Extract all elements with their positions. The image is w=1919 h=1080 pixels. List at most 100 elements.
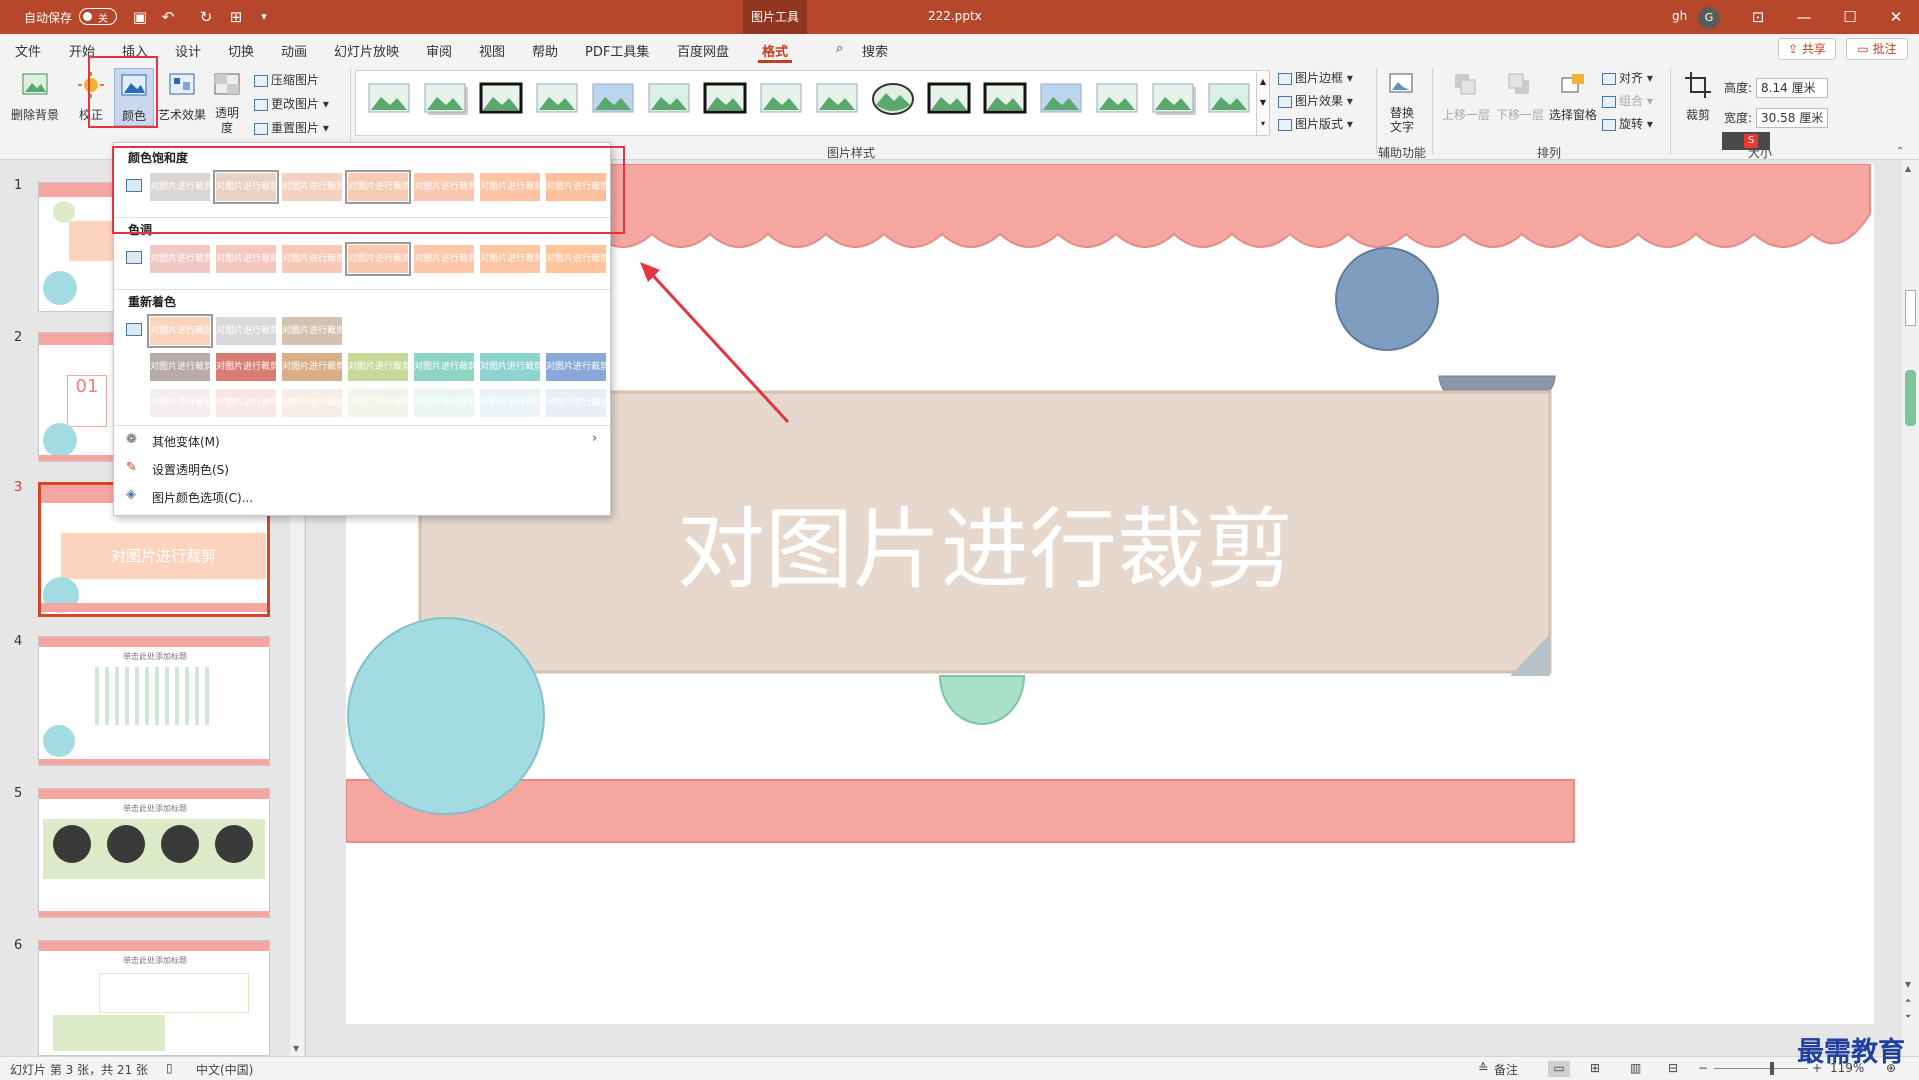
picture-style-option[interactable] (1094, 79, 1140, 119)
share-button[interactable]: ⇪ 共享 (1778, 38, 1836, 60)
more-variants-item[interactable]: 其他变体(M) (152, 433, 220, 450)
align-button[interactable]: 对齐 ▾ (1602, 68, 1653, 88)
comments-button[interactable]: ▭ 批注 (1846, 38, 1908, 60)
picture-style-option[interactable] (1150, 79, 1196, 119)
color-variant-swatch[interactable]: 对图片进行裁剪 (282, 353, 342, 381)
next-slide-icon[interactable]: ⏷ (1905, 1012, 1911, 1022)
picture-style-option[interactable] (590, 79, 636, 119)
picture-style-option[interactable] (758, 79, 804, 119)
tab-baidu-netdisk[interactable]: 百度网盘 (677, 41, 729, 60)
color-variant-swatch[interactable]: 对图片进行裁剪 (546, 353, 606, 381)
rotate-button[interactable]: 旋转 ▾ (1602, 114, 1653, 134)
slide-sorter-icon[interactable]: ⊞ (1590, 1061, 1600, 1075)
group-button[interactable]: 组合 ▾ (1602, 91, 1653, 111)
slide-thumb-4[interactable]: 单击此处添加标题 (38, 636, 270, 766)
tab-slideshow[interactable]: 幻灯片放映 (334, 41, 399, 60)
spellcheck-icon[interactable]: ▯ (166, 1061, 173, 1075)
picture-style-option[interactable] (702, 79, 748, 119)
save-icon[interactable]: ▣ (130, 7, 150, 27)
zoom-out-icon[interactable]: − (1698, 1061, 1708, 1075)
slide-thumb-5[interactable]: 单击此处添加标题 (38, 788, 270, 918)
reading-view-icon[interactable]: ▥ (1630, 1061, 1641, 1075)
presenter-icon[interactable]: ⊞ (226, 7, 246, 27)
height-field[interactable]: 高度: 8.14 厘米 (1724, 78, 1829, 98)
search-label[interactable]: 搜索 (862, 41, 888, 60)
picture-style-option[interactable] (814, 79, 860, 119)
color-variant-swatch[interactable]: 对图片进行裁剪 (414, 245, 474, 273)
color-variant-swatch[interactable]: 对图片进行裁剪 (216, 245, 276, 273)
picture-layout-button[interactable]: 图片版式 ▾ (1278, 114, 1353, 134)
remove-background-button[interactable]: 删除背景 (8, 70, 62, 123)
color-variant-swatch[interactable]: 对图片进行裁剪 (216, 317, 276, 345)
reset-picture-button[interactable]: 重置图片 ▾ (254, 118, 329, 138)
picture-style-option[interactable] (422, 79, 468, 119)
normal-view-icon[interactable]: ▭ (1548, 1061, 1570, 1077)
tab-help[interactable]: 帮助 (532, 41, 558, 60)
tab-design[interactable]: 设计 (175, 41, 201, 60)
picture-style-option[interactable] (646, 79, 692, 119)
scroll-up-icon[interactable]: ▲ (1905, 164, 1911, 173)
color-variant-swatch[interactable]: 对图片进行裁剪 (282, 389, 342, 417)
send-backward-button[interactable]: 下移一层 (1494, 70, 1546, 123)
color-variant-swatch[interactable]: 对图片进行裁剪 (216, 389, 276, 417)
maximize-icon[interactable]: ☐ (1827, 0, 1873, 34)
color-variant-swatch[interactable]: 对图片进行裁剪 (150, 389, 210, 417)
tab-format[interactable]: 格式 (762, 41, 788, 60)
artistic-effects-button[interactable]: 艺术效果 (156, 70, 208, 123)
tab-file[interactable]: 文件 (15, 41, 41, 60)
color-variant-swatch[interactable]: 对图片进行裁剪 (147, 314, 213, 348)
picture-style-option[interactable] (1038, 79, 1084, 119)
tab-transitions[interactable]: 切换 (228, 41, 254, 60)
slideshow-icon[interactable]: ⊟ (1668, 1061, 1678, 1075)
selection-pane-button[interactable]: 选择窗格 (1548, 70, 1598, 123)
bring-forward-button[interactable]: 上移一层 (1440, 70, 1492, 123)
search-icon[interactable]: ⌕ (836, 41, 843, 56)
redo-icon[interactable]: ↻ (196, 7, 216, 27)
zoom-slider[interactable] (1714, 1068, 1808, 1069)
minimize-icon[interactable]: — (1781, 0, 1827, 34)
close-icon[interactable]: ✕ (1873, 0, 1919, 34)
customize-qat-icon[interactable]: ▾ (254, 7, 274, 27)
color-variant-swatch[interactable]: 对图片进行裁剪 (480, 353, 540, 381)
change-picture-button[interactable]: 更改图片 ▾ (254, 94, 329, 114)
avatar[interactable]: G (1698, 7, 1720, 29)
tab-view[interactable]: 视图 (479, 41, 505, 60)
picture-style-option[interactable] (1206, 79, 1252, 119)
ime-toolbar[interactable]: S (1722, 132, 1770, 150)
color-variant-swatch[interactable]: 对图片进行裁剪 (348, 353, 408, 381)
color-variant-swatch[interactable]: 对图片进行裁剪 (150, 353, 210, 381)
picture-style-option[interactable] (982, 79, 1028, 119)
picture-style-option[interactable] (534, 79, 580, 119)
color-variant-swatch[interactable]: 对图片进行裁剪 (480, 389, 540, 417)
alt-text-button[interactable]: 替换文字 (1384, 70, 1420, 134)
color-variant-swatch[interactable]: 对图片进行裁剪 (546, 245, 606, 273)
color-variant-swatch[interactable]: 对图片进行裁剪 (348, 389, 408, 417)
color-variant-swatch[interactable]: 对图片进行裁剪 (216, 353, 276, 381)
scroll-thumb[interactable] (1905, 290, 1916, 326)
color-variant-swatch[interactable]: 对图片进行裁剪 (480, 245, 540, 273)
picture-style-option[interactable] (870, 79, 916, 119)
color-variant-swatch[interactable]: 对图片进行裁剪 (345, 242, 411, 276)
picture-style-option[interactable] (926, 79, 972, 119)
notes-button[interactable]: 备注 (1494, 1061, 1518, 1078)
color-variant-swatch[interactable]: 对图片进行裁剪 (150, 245, 210, 273)
height-input[interactable]: 8.14 厘米 (1756, 78, 1829, 98)
tab-review[interactable]: 审阅 (426, 41, 452, 60)
color-options-item[interactable]: 图片颜色选项(C)... (152, 489, 253, 506)
gallery-scroll[interactable]: ▲ ▼ ▾ (1256, 70, 1270, 136)
picture-style-option[interactable] (478, 79, 524, 119)
set-transparent-item[interactable]: 设置透明色(S) (152, 461, 229, 478)
scroll-down-icon[interactable]: ▼ (293, 1044, 299, 1053)
zoom-slider-thumb[interactable] (1770, 1062, 1774, 1075)
picture-style-option[interactable] (366, 79, 412, 119)
autosave-toggle[interactable]: 关 (79, 8, 117, 25)
ribbon-display-icon[interactable]: ⊡ (1735, 0, 1781, 34)
color-variant-swatch[interactable]: 对图片进行裁剪 (546, 389, 606, 417)
scroll-down-icon[interactable]: ▼ (1905, 980, 1911, 989)
transparency-button[interactable]: 透明度 (212, 70, 242, 136)
width-input[interactable]: 30.58 厘米 (1756, 108, 1829, 128)
slide-thumb-6[interactable]: 单击此处添加标题 (38, 940, 270, 1056)
picture-border-button[interactable]: 图片边框 ▾ (1278, 68, 1353, 88)
compress-pictures-button[interactable]: 压缩图片 (254, 70, 319, 90)
color-variant-swatch[interactable]: 对图片进行裁剪 (414, 353, 474, 381)
